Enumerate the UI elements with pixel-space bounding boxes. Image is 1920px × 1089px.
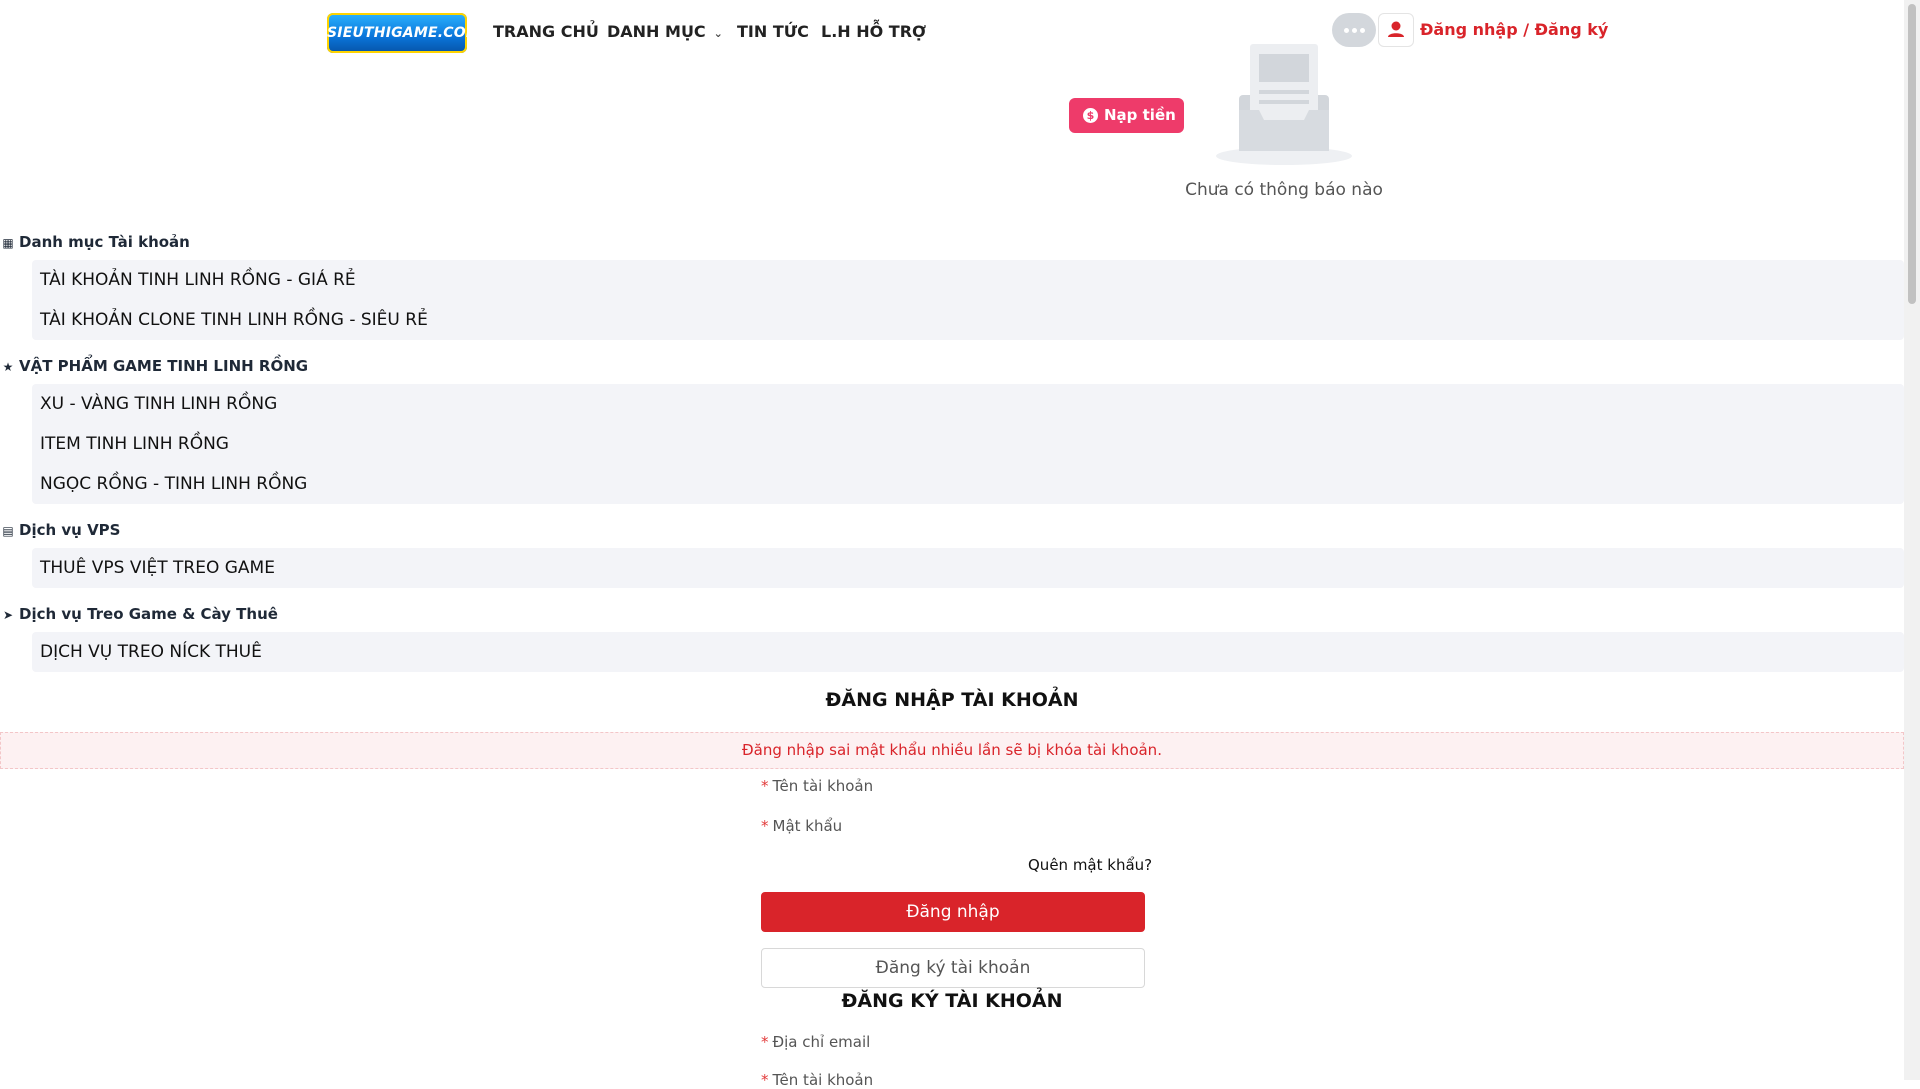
category-heading: ★ VẬT PHẨM GAME TINH LINH RỒNG xyxy=(0,356,308,377)
category-list: DỊCH VỤ TREO NÍCK THUÊ xyxy=(32,632,1904,672)
star-icon: ★ xyxy=(2,360,14,374)
required-mark: * xyxy=(761,817,769,835)
dollar-icon: $ xyxy=(1083,108,1098,123)
required-mark: * xyxy=(761,777,769,795)
register-username-label: Tên tài khoản xyxy=(772,1071,874,1089)
category-link[interactable]: TÀI KHOẢN TINH LINH RỒNG - GIÁ RẺ xyxy=(32,260,1904,300)
username-label: Tên tài khoản xyxy=(772,777,874,795)
category-heading: ▤ Dịch vụ VPS xyxy=(0,520,120,541)
category-list: TÀI KHOẢN TINH LINH RỒNG - GIÁ RẺ TÀI KH… xyxy=(32,260,1904,340)
nav-support[interactable]: L.H HỖ TRỢ xyxy=(821,21,926,43)
register-username-field[interactable]: * Tên tài khoản xyxy=(761,1071,873,1089)
category-link[interactable]: THUÊ VPS VIỆT TREO GAME xyxy=(32,548,1904,588)
site-logo[interactable]: SIEUTHIGAME.COM xyxy=(327,13,480,53)
rocket-icon: ➤ xyxy=(2,608,14,622)
category-heading-label: Dịch vụ VPS xyxy=(19,521,121,539)
nav-categories[interactable]: DANH MỤC ⌄ xyxy=(607,21,723,43)
email-label: Địa chỉ email xyxy=(772,1033,871,1051)
category-heading-label: Dịch vụ Treo Game & Cày Thuê xyxy=(19,605,278,623)
dot xyxy=(1360,28,1365,33)
category-heading-label: VẬT PHẨM GAME TINH LINH RỒNG xyxy=(19,357,309,375)
nav-categories-label: DANH MỤC xyxy=(607,22,706,41)
category-link[interactable]: NGỌC RỒNG - TINH LINH RỒNG xyxy=(32,464,1904,504)
no-notification-text: Chưa có thông báo nào xyxy=(1185,180,1383,200)
topup-label: Nạp tiền xyxy=(1104,106,1176,124)
register-title: ĐĂNG KÝ TÀI KHOẢN xyxy=(841,990,1063,1012)
nav-news[interactable]: TIN TỨC xyxy=(737,21,809,43)
page-scrollbar[interactable] xyxy=(1904,0,1920,1080)
required-mark: * xyxy=(761,1033,769,1051)
category-list: XU - VÀNG TINH LINH RỒNG ITEM TINH LINH … xyxy=(32,384,1904,504)
user-account-button[interactable] xyxy=(1378,13,1414,47)
password-label: Mật khẩu xyxy=(772,817,843,835)
login-title: ĐĂNG NHẬP TÀI KHOẢN xyxy=(825,689,1079,711)
username-field[interactable]: * Tên tài khoản xyxy=(761,777,873,795)
topup-button[interactable]: $ Nạp tiền xyxy=(1069,98,1184,133)
category-link[interactable]: ITEM TINH LINH RỒNG xyxy=(32,424,1904,464)
user-icon xyxy=(1388,21,1404,37)
category-heading-label: Danh mục Tài khoản xyxy=(19,233,190,251)
password-field[interactable]: * Mật khẩu xyxy=(761,817,842,835)
category-link[interactable]: TÀI KHOẢN CLONE TINH LINH RỒNG - SIÊU RẺ xyxy=(32,300,1904,340)
category-link[interactable]: DỊCH VỤ TREO NÍCK THUÊ xyxy=(32,632,1904,672)
login-submit-button[interactable]: Đăng nhập xyxy=(761,892,1145,932)
category-heading: ▦ Danh mục Tài khoản xyxy=(0,232,190,253)
dot xyxy=(1352,28,1357,33)
grid-icon: ▦ xyxy=(2,236,14,250)
server-icon: ▤ xyxy=(2,524,14,538)
login-warning: Đăng nhập sai mật khẩu nhiều lần sẽ bị k… xyxy=(0,732,1904,769)
scrollbar-thumb[interactable] xyxy=(1908,4,1916,304)
dot xyxy=(1344,28,1349,33)
register-account-button[interactable]: Đăng ký tài khoản xyxy=(761,948,1145,988)
login-register-link[interactable]: Đăng nhập / Đăng ký xyxy=(1420,19,1608,41)
nav-home[interactable]: TRANG CHỦ xyxy=(493,21,599,43)
category-heading: ➤ Dịch vụ Treo Game & Cày Thuê xyxy=(0,604,278,625)
email-field[interactable]: * Địa chỉ email xyxy=(761,1033,870,1051)
empty-inbox-icon xyxy=(1216,44,1352,165)
category-list: THUÊ VPS VIỆT TREO GAME xyxy=(32,548,1904,588)
chevron-down-icon: ⌄ xyxy=(713,27,723,40)
forgot-password-link[interactable]: Quên mật khẩu? xyxy=(1028,856,1152,874)
category-link[interactable]: XU - VÀNG TINH LINH RỒNG xyxy=(32,384,1904,424)
required-mark: * xyxy=(761,1071,769,1089)
